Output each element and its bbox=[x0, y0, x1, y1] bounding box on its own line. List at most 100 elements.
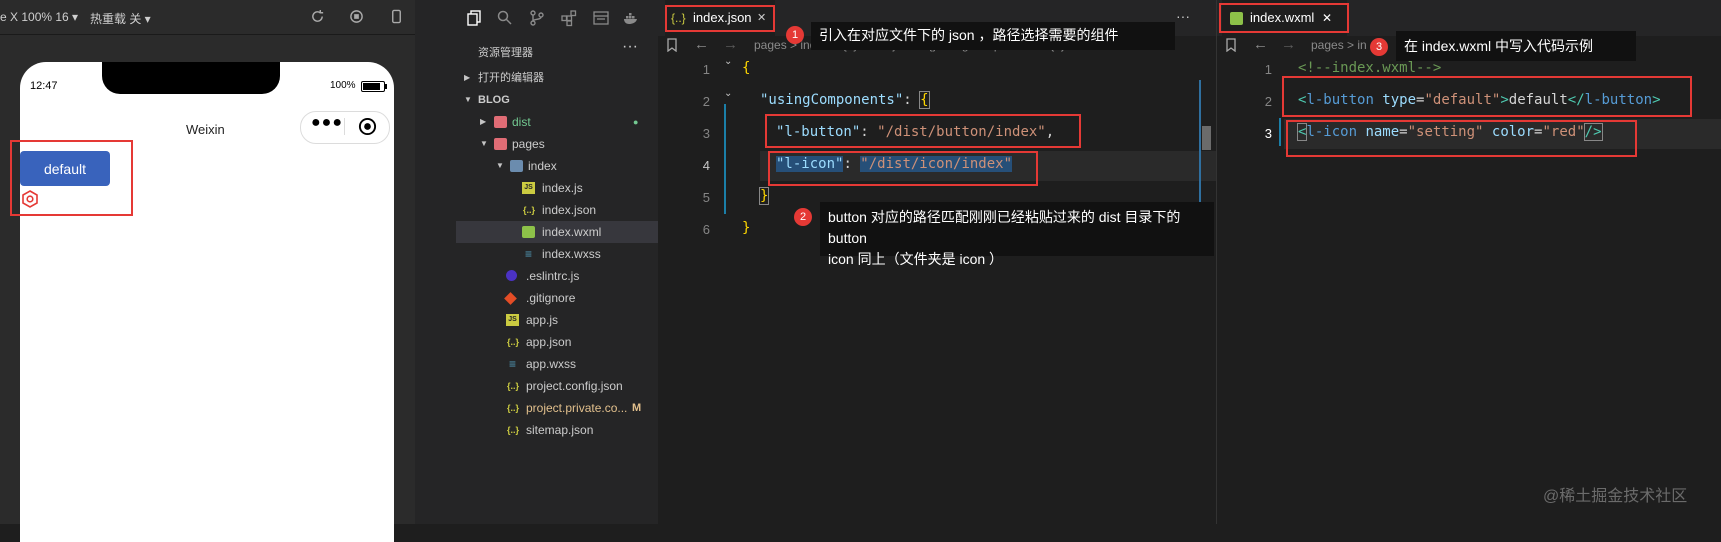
l-icon-highlight bbox=[768, 151, 1038, 186]
close-miniprogram-icon[interactable] bbox=[358, 117, 377, 136]
js-file-icon: JS bbox=[506, 314, 519, 326]
json-file-icon: {..} bbox=[506, 381, 519, 391]
tree-item-gitignore[interactable]: .gitignore bbox=[456, 287, 658, 309]
tree-item-label: app.js bbox=[526, 313, 559, 327]
breadcrumb[interactable]: pages > in bbox=[1311, 34, 1367, 56]
docker-icon[interactable] bbox=[622, 9, 640, 27]
watermark: @稀土掘金技术社区 bbox=[1543, 488, 1688, 505]
code-line-6[interactable]: } bbox=[742, 220, 750, 236]
back-arrow-icon[interactable]: ← bbox=[1253, 34, 1268, 56]
tree-item-label: app.json bbox=[526, 335, 572, 349]
explorer-more-icon[interactable]: ··· bbox=[622, 38, 638, 56]
line-number: 4 bbox=[702, 158, 710, 173]
wxml-file-icon bbox=[522, 226, 535, 238]
annotation-note-2: button 对应的路径匹配刚刚已经粘贴过来的 dist 目录下的 button… bbox=[820, 202, 1214, 267]
line-number: 2 bbox=[1264, 94, 1272, 109]
modified-gutter-bar bbox=[724, 104, 726, 214]
git-icon bbox=[504, 292, 517, 305]
tab-highlight bbox=[1219, 3, 1349, 33]
tree-item-index-wxss[interactable]: ≡ index.wxss bbox=[456, 243, 658, 265]
tree-item-pages[interactable]: ▼ pages bbox=[456, 133, 658, 155]
line-number: 5 bbox=[702, 190, 710, 205]
json-file-icon: {..} bbox=[506, 425, 519, 435]
tree-item-index-folder[interactable]: ▼ index bbox=[456, 155, 658, 177]
open-editors-label: 打开的编辑器 bbox=[478, 72, 544, 84]
bookmark-icon[interactable] bbox=[1225, 38, 1237, 52]
tree-item-project-private[interactable]: {..} project.private.co... M bbox=[456, 397, 658, 419]
explorer-title: 资源管理器 bbox=[478, 47, 533, 59]
tree-item-label: index.json bbox=[542, 203, 597, 217]
annotation-note-3: 在 index.wxml 中写入代码示例 bbox=[1396, 31, 1636, 61]
more-dots-icon[interactable]: ●●● bbox=[311, 114, 343, 132]
tree-item-label: index.wxss bbox=[542, 247, 601, 261]
nav-title: Weixin bbox=[186, 122, 225, 137]
open-editors-section[interactable]: ▶ 打开的编辑器 bbox=[456, 67, 658, 89]
fold-icon[interactable]: ⌄ bbox=[724, 88, 732, 99]
tree-item-eslintrc[interactable]: .eslintrc.js bbox=[456, 265, 658, 287]
explorer-toolbar bbox=[456, 0, 658, 36]
root-folder-label: BLOG bbox=[478, 94, 510, 106]
annotation-note-1: 引入在对应文件下的 json ，路径选择需要的组件 bbox=[811, 22, 1175, 50]
activity-gutter bbox=[415, 0, 456, 524]
step-badge-2: 2 bbox=[794, 208, 812, 226]
code-line-1[interactable]: <!--index.wxml--> bbox=[1298, 60, 1441, 76]
code-line-2[interactable]: "usingComponents": { bbox=[760, 91, 930, 109]
tree-item-app-js[interactable]: JS app.js bbox=[456, 309, 658, 331]
tree-item-dist[interactable]: ▶ dist ● bbox=[456, 111, 658, 133]
step-badge-3: 3 bbox=[1370, 38, 1388, 56]
annotation-note-2-line1: button 对应的路径匹配刚刚已经粘贴过来的 dist 目录下的 button bbox=[828, 209, 1181, 246]
json-file-icon: {..} bbox=[522, 205, 535, 215]
wxss-file-icon: ≡ bbox=[524, 247, 532, 261]
tree-item-label: index.js bbox=[542, 181, 583, 195]
phone-icon[interactable] bbox=[389, 9, 404, 24]
tree-item-index-wxml[interactable]: index.wxml bbox=[456, 221, 658, 243]
tree-item-label: .eslintrc.js bbox=[526, 269, 580, 283]
back-arrow-icon[interactable]: ← bbox=[694, 34, 709, 56]
phone-notch bbox=[102, 62, 280, 94]
forward-arrow-icon[interactable]: → bbox=[1281, 34, 1296, 56]
tree-item-index-json[interactable]: {..} index.json bbox=[456, 199, 658, 221]
folder-icon bbox=[510, 160, 523, 172]
source-control-icon[interactable] bbox=[528, 9, 546, 27]
json-file-icon: {..} bbox=[506, 337, 519, 347]
root-folder-blog[interactable]: ▼ BLOG bbox=[456, 89, 658, 111]
tree-item-app-json[interactable]: {..} app.json bbox=[456, 331, 658, 353]
forward-arrow-icon[interactable]: → bbox=[723, 34, 738, 56]
tree-item-label: index bbox=[528, 159, 557, 173]
folder-open-icon bbox=[494, 138, 507, 150]
step-badge-1: 1 bbox=[786, 26, 804, 44]
files-icon[interactable] bbox=[466, 9, 484, 27]
device-selector[interactable]: e X 100% 16 ▾ bbox=[0, 10, 78, 24]
modified-gutter-bar bbox=[1279, 118, 1281, 146]
tree-item-app-wxss[interactable]: ≡ app.wxss bbox=[456, 353, 658, 375]
bookmark-icon[interactable] bbox=[666, 38, 678, 52]
tree-item-label: project.private.co... bbox=[526, 401, 628, 415]
tree-item-sitemap[interactable]: {..} sitemap.json bbox=[456, 419, 658, 441]
l-button-code-highlight bbox=[1282, 76, 1692, 117]
search-icon[interactable] bbox=[496, 9, 514, 27]
code-line-5[interactable]: } bbox=[758, 187, 770, 205]
code-line-1[interactable]: { bbox=[742, 60, 750, 76]
json-file-icon: {..} bbox=[506, 403, 519, 413]
editor-more-icon[interactable]: ··· bbox=[1176, 8, 1190, 24]
hot-reload-toggle[interactable]: 热重载 关 ▾ bbox=[90, 10, 151, 27]
tree-item-label: app.wxss bbox=[526, 357, 577, 371]
tree-item-index-js[interactable]: JS index.js bbox=[456, 177, 658, 199]
extensions-icon[interactable] bbox=[560, 9, 578, 27]
js-file-icon: JS bbox=[522, 182, 535, 194]
scrollbar-thumb[interactable] bbox=[1202, 126, 1211, 150]
modified-dot-badge: ● bbox=[633, 117, 639, 127]
fold-icon[interactable]: ⌄ bbox=[724, 56, 732, 67]
tree-item-label: project.config.json bbox=[526, 379, 623, 393]
build-icon[interactable] bbox=[592, 9, 610, 27]
battery-icon bbox=[361, 81, 387, 92]
refresh-icon[interactable] bbox=[310, 9, 325, 24]
l-button-highlight bbox=[765, 114, 1081, 148]
stop-icon[interactable] bbox=[349, 9, 364, 24]
line-number: 1 bbox=[702, 62, 710, 77]
preview-highlight bbox=[10, 140, 133, 216]
simulator-toolbar: e X 100% 16 ▾ 热重载 关 ▾ bbox=[0, 0, 415, 35]
line-number: 3 bbox=[702, 126, 710, 141]
capsule-divider bbox=[344, 118, 345, 135]
tree-item-project-config[interactable]: {..} project.config.json bbox=[456, 375, 658, 397]
